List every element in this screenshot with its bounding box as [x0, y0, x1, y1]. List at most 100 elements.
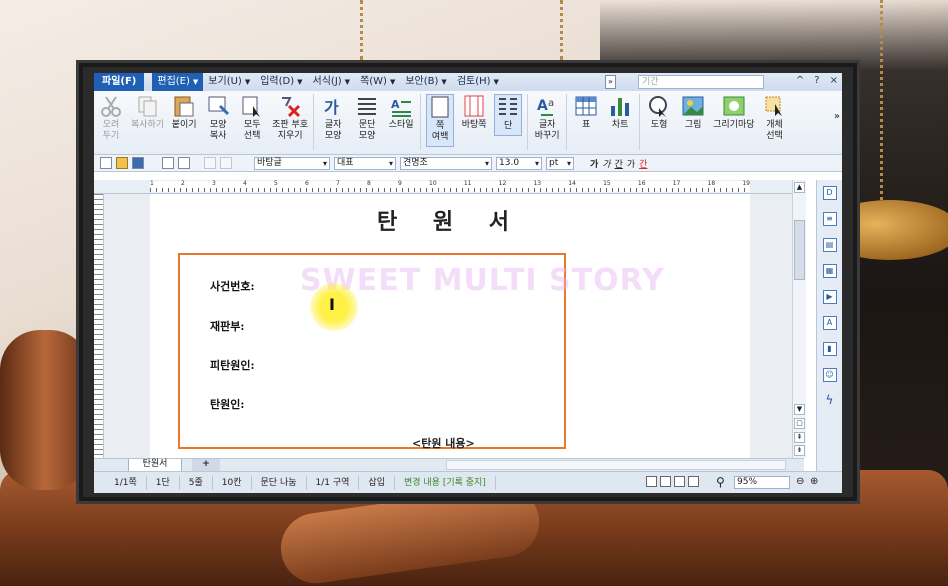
close-icon[interactable]: ×	[830, 75, 838, 86]
bold-button[interactable]: 가	[590, 157, 598, 170]
underline-button[interactable]: 간	[615, 157, 623, 170]
menu-security[interactable]: 보안(B) ▼	[400, 73, 451, 91]
italic-button[interactable]: 가	[602, 157, 610, 170]
select-all-button[interactable]: 모두 선택	[238, 94, 266, 142]
style-icon: A	[389, 94, 413, 118]
style-select[interactable]: 바탕글	[254, 156, 330, 170]
cut-button[interactable]: 오려 두기	[97, 94, 125, 142]
zoom-in-icon[interactable]: ⊕	[810, 476, 818, 487]
side-book-icon[interactable]: ▮	[822, 342, 837, 356]
master-page-button[interactable]: 바탕쪽	[460, 94, 488, 131]
menu-review[interactable]: 검토(H) ▼	[452, 73, 504, 91]
svg-text:a: a	[548, 98, 554, 109]
format-painter-button[interactable]: 모양 복사	[204, 94, 232, 142]
vertical-scrollbar[interactable]: ▲ ▼ ▢ ⇞ ⇟	[792, 180, 806, 458]
new-doc-icon[interactable]	[100, 157, 112, 169]
menu-more-icon[interactable]: »	[605, 75, 616, 89]
side-play-icon[interactable]: ▶	[822, 290, 837, 304]
ruler-tick-label: 16	[637, 180, 646, 187]
preview-icon[interactable]	[178, 157, 190, 169]
unit-select[interactable]: pt	[546, 156, 574, 170]
strike-button[interactable]: 가	[627, 157, 635, 170]
save-icon[interactable]	[132, 157, 144, 169]
font-color-button[interactable]: 간	[639, 157, 647, 170]
view-page-icon[interactable]	[660, 476, 671, 487]
ruler-ticks: 1 2 3 4 5 6 7 8 9 10 11 12 13 14 15 16 17 18 19	[150, 180, 750, 187]
clear-marks-button[interactable]: 조판 부호 지우기	[272, 94, 308, 142]
para-shape-button[interactable]: 문단 모양	[353, 94, 381, 142]
language-select[interactable]: 대표	[334, 156, 396, 170]
horizontal-scrollbar[interactable]	[446, 460, 786, 470]
char-replace-icon: Aa	[535, 94, 559, 118]
zoom-search-icon[interactable]: ⚲	[716, 475, 725, 489]
open-folder-icon[interactable]	[116, 157, 128, 169]
zoom-select[interactable]: 95%	[734, 476, 790, 489]
char-shape-button[interactable]: 가 글자 모양	[319, 94, 347, 142]
ruler-tick-label: 17	[672, 180, 681, 187]
watermark: SWEET MULTI STORY	[300, 263, 665, 298]
ribbon-more-icon[interactable]: »	[834, 111, 840, 122]
side-doc-icon[interactable]: ▤	[822, 238, 837, 252]
font-size-select[interactable]: 13.0	[496, 156, 542, 170]
font-select[interactable]: 견명조	[400, 156, 492, 170]
clipart-button[interactable]: 그리기마당	[713, 94, 755, 131]
add-tab-button[interactable]: +	[192, 459, 220, 471]
chart-button[interactable]: 차트	[606, 94, 634, 131]
next-page-icon[interactable]: ⇟	[794, 445, 805, 456]
view-web-icon[interactable]	[674, 476, 685, 487]
status-line: 5줄	[180, 475, 213, 490]
side-lightning-icon[interactable]: ϟ	[823, 394, 837, 408]
ruler-tick-label: 4	[243, 180, 247, 187]
ruler-tick-label: 18	[707, 180, 716, 187]
scroll-up-icon[interactable]: ▲	[794, 182, 805, 193]
field-respondent: 피탄원인:	[210, 359, 255, 372]
print-icon[interactable]	[162, 157, 174, 169]
document-title: 탄 원 서	[376, 209, 524, 235]
menu-view[interactable]: 보기(U) ▼	[203, 73, 255, 91]
table-button[interactable]: 표	[572, 94, 600, 131]
scroll-thumb[interactable]	[794, 220, 805, 280]
view-outline-icon[interactable]	[688, 476, 699, 487]
zoom-out-icon[interactable]: ⊖	[796, 476, 804, 487]
copy-button[interactable]: 복사하기	[131, 94, 164, 131]
undo-icon[interactable]	[204, 157, 216, 169]
petition-box[interactable]: SWEET MULTI STORY 사건번호: 재판부: 피탄원인: 탄원인: …	[178, 253, 664, 450]
paste-button[interactable]: 붙이기	[170, 94, 198, 131]
side-list-icon[interactable]: ≡	[822, 212, 837, 226]
format-toolbar: 바탕글 대표 견명조 13.0 pt 가 가 간 가 간	[94, 155, 842, 172]
status-insert-mode[interactable]: 삽입	[359, 475, 395, 490]
menu-insert[interactable]: 입력(D) ▼	[255, 73, 307, 91]
char-replace-button[interactable]: Aa 글자 바꾸기	[533, 94, 561, 142]
menu-page[interactable]: 쪽(W) ▼	[355, 73, 400, 91]
side-people-icon[interactable]: ☺	[822, 368, 837, 382]
copy-icon	[136, 94, 160, 118]
ruler-tick-label: 7	[336, 180, 340, 187]
ruler-tick-label: 8	[367, 180, 371, 187]
shape-button[interactable]: 도형	[645, 94, 673, 131]
menu-file[interactable]: 파일(F)	[94, 73, 145, 91]
style-button[interactable]: A 스타일	[387, 94, 415, 131]
page-view-icon[interactable]: ▢	[794, 418, 805, 429]
object-select-button[interactable]: 개체 선택	[761, 94, 789, 142]
redo-icon[interactable]	[220, 157, 232, 169]
side-clipboard-icon[interactable]: ▦	[822, 264, 837, 278]
ribbon-separator	[639, 94, 641, 150]
scroll-down-icon[interactable]: ▼	[794, 404, 805, 415]
ribbon-collapse-icon[interactable]: ^	[796, 75, 804, 86]
prev-page-icon[interactable]: ⇞	[794, 432, 805, 443]
help-icon[interactable]: ?	[814, 75, 819, 86]
side-d-icon[interactable]: D	[822, 186, 837, 200]
menu-format[interactable]: 서식(J) ▼	[308, 73, 356, 91]
status-page: 1/1쪽	[94, 475, 147, 490]
picture-button[interactable]: 그림	[679, 94, 707, 131]
field-case-number: 사건번호:	[210, 280, 255, 293]
side-style-icon[interactable]: A	[822, 316, 837, 330]
document-page[interactable]: 탄 원 서 SWEET MULTI STORY 사건번호: 재판부: 피탄원인:…	[150, 194, 750, 459]
view-normal-icon[interactable]	[646, 476, 657, 487]
status-track-changes[interactable]: 변경 내용 [기록 중지]	[395, 475, 496, 490]
scissors-icon	[99, 94, 123, 118]
menu-search-input[interactable]: 기간	[638, 75, 764, 89]
page-margin-button[interactable]: 쪽 여백	[426, 94, 455, 147]
column-button[interactable]: 단	[494, 94, 523, 136]
menu-edit[interactable]: 편집(E) ▼	[152, 73, 204, 91]
